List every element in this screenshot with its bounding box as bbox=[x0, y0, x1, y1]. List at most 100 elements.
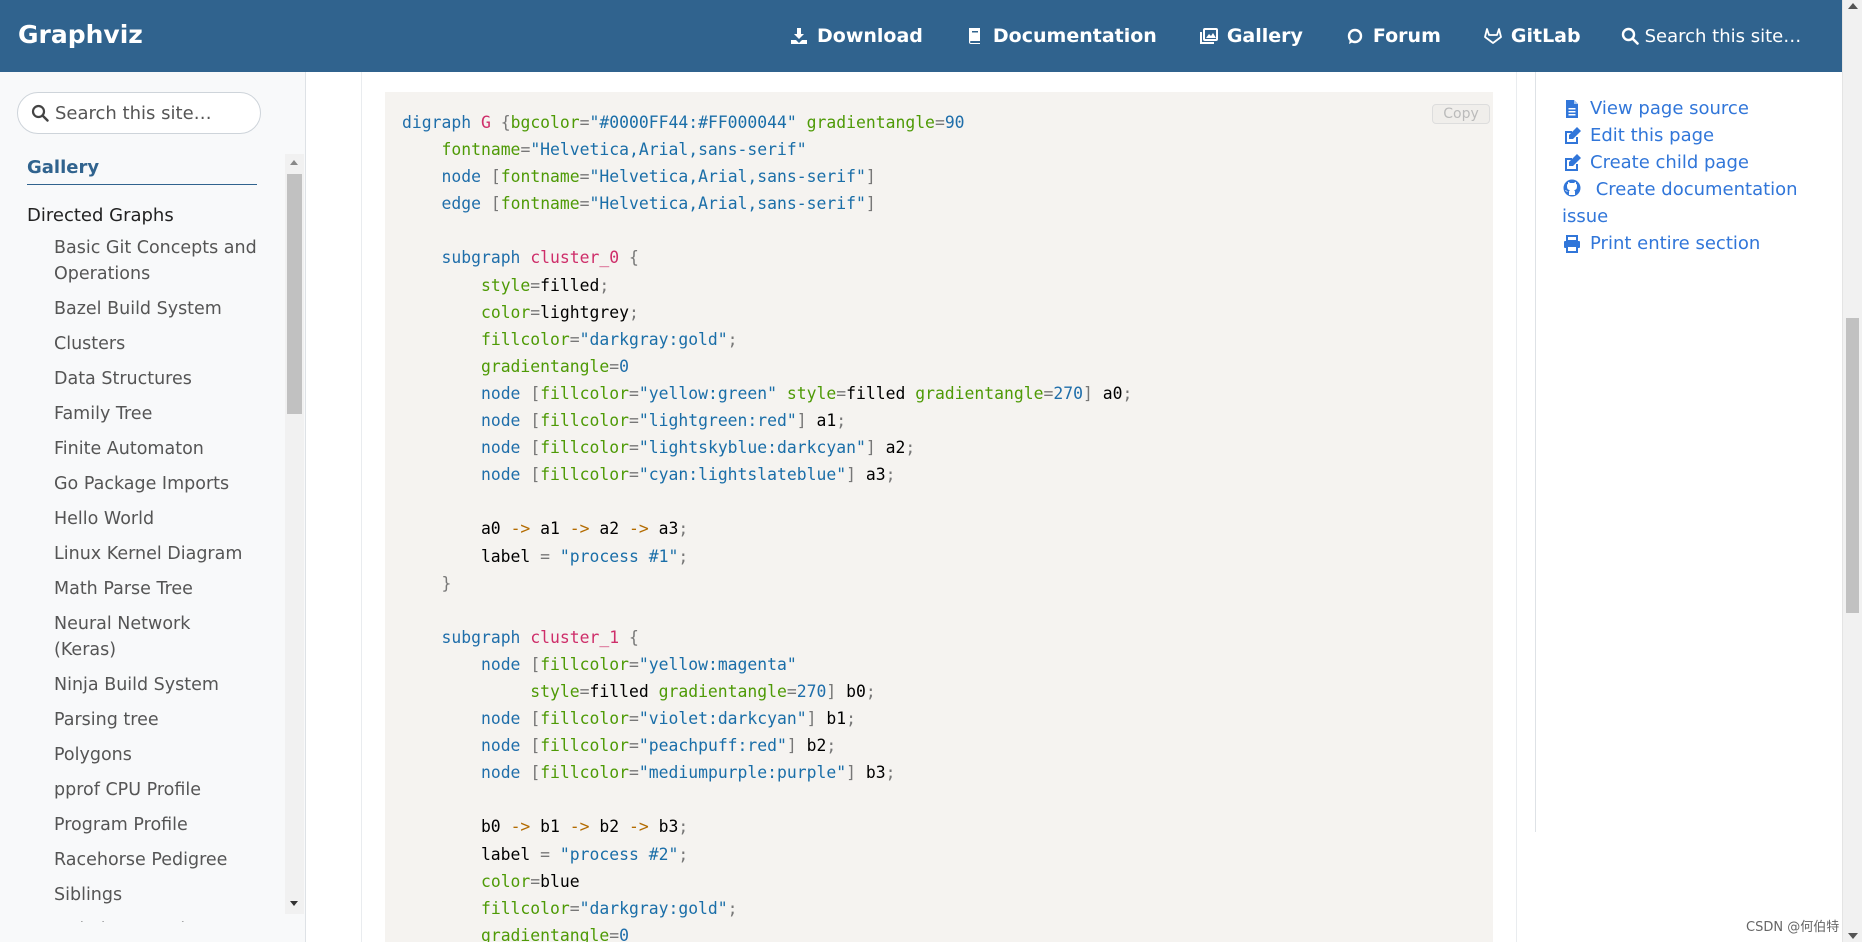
code-line: node [fontname="Helvetica,Arial,sans-ser… bbox=[441, 167, 876, 187]
code-line: color=blue bbox=[480, 871, 580, 891]
gitlab-icon bbox=[1483, 27, 1502, 45]
nav-download-label: Download bbox=[817, 25, 923, 47]
github-icon bbox=[1562, 178, 1582, 198]
sidebar-scroll-up-icon[interactable] bbox=[290, 160, 298, 165]
sidebar-search[interactable] bbox=[17, 92, 261, 134]
nav-download[interactable]: Download bbox=[790, 25, 923, 47]
book-icon bbox=[966, 27, 984, 45]
download-icon bbox=[790, 27, 808, 45]
sidebar-items: Basic Git Concepts and Operations Bazel B… bbox=[27, 235, 257, 922]
sidebar-item[interactable]: Go Package Imports bbox=[54, 471, 257, 497]
create-documentation-issue-label: Create documentation issue bbox=[1562, 179, 1798, 227]
code-line: node [fillcolor="lightgreen:red"] a1; bbox=[480, 411, 847, 431]
code-line: style=filled; bbox=[480, 275, 610, 295]
brand-logo[interactable]: Graphviz bbox=[18, 20, 143, 49]
view-page-source-link[interactable]: View page source bbox=[1562, 95, 1822, 122]
file-icon bbox=[1562, 99, 1582, 119]
print-icon bbox=[1562, 234, 1582, 254]
sidebar-item[interactable]: Hello World bbox=[54, 506, 257, 532]
code-line: subgraph cluster_1 { bbox=[441, 627, 639, 647]
code-line: node [fillcolor="lightskyblue:darkcyan"]… bbox=[480, 438, 916, 458]
nav-documentation[interactable]: Documentation bbox=[966, 25, 1157, 47]
edit-this-page-link[interactable]: Edit this page bbox=[1562, 122, 1822, 149]
nav-gallery-label: Gallery bbox=[1226, 25, 1303, 47]
code-line: node [fillcolor="violet:darkcyan"] b1; bbox=[480, 709, 856, 729]
sidebar-scrollbar-thumb[interactable] bbox=[287, 174, 302, 414]
edit-icon bbox=[1562, 153, 1582, 173]
code-line: digraph G {bgcolor="#0000FF44:#FF000044"… bbox=[402, 113, 965, 132]
sidebar-item[interactable]: Linux Kernel Diagram bbox=[54, 541, 257, 567]
main-nav: Download Documentation Gallery Forum Git… bbox=[790, 0, 1801, 72]
sidebar-item[interactable]: Siblings bbox=[54, 882, 257, 908]
sidebar-item[interactable]: Program Profile bbox=[54, 812, 257, 838]
code-content: digraph G {bgcolor="#0000FF44:#FF000044"… bbox=[402, 109, 1132, 942]
sidebar-item[interactable]: Polygons bbox=[54, 742, 257, 768]
scroll-up-arrow-icon[interactable] bbox=[1848, 3, 1858, 9]
sidebar-item[interactable]: Finite Automaton bbox=[54, 436, 257, 462]
nav-documentation-label: Documentation bbox=[992, 25, 1157, 47]
left-sidebar: Gallery Directed Graphs Basic Git Concep… bbox=[0, 72, 306, 942]
create-child-page-link[interactable]: Create child page bbox=[1562, 149, 1822, 176]
sidebar-item[interactable]: pprof CPU Profile bbox=[54, 777, 257, 803]
code-line: node [fillcolor="cyan:lightslateblue"] a… bbox=[480, 465, 896, 485]
code-line: edge [fontname="Helvetica,Arial,sans-ser… bbox=[441, 194, 876, 214]
nav-gitlab[interactable]: GitLab bbox=[1483, 25, 1581, 47]
images-icon bbox=[1199, 27, 1218, 45]
nav-gallery[interactable]: Gallery bbox=[1199, 25, 1303, 47]
sidebar-item[interactable]: Ninja Build System bbox=[54, 672, 257, 698]
nav-search[interactable]: Search this site… bbox=[1621, 25, 1802, 47]
create-child-page-label: Create child page bbox=[1590, 152, 1749, 173]
code-line: a0 -> a1 -> a2 -> a3; bbox=[402, 519, 689, 539]
sidebar-item[interactable]: Switch Network bbox=[54, 917, 257, 922]
code-line: node [fillcolor="mediumpurple:purple"] b… bbox=[480, 763, 896, 783]
sidebar-category-directed-graphs[interactable]: Directed Graphs bbox=[27, 205, 257, 226]
code-line: fillcolor="darkgray:gold"; bbox=[480, 329, 738, 349]
code-line: node [fillcolor="yellow:magenta" bbox=[480, 654, 797, 674]
nav-gitlab-label: GitLab bbox=[1510, 25, 1581, 47]
discourse-icon bbox=[1346, 27, 1364, 45]
content-divider bbox=[361, 72, 362, 942]
sidebar-item[interactable]: Clusters bbox=[54, 331, 257, 357]
code-line: fillcolor="darkgray:gold"; bbox=[480, 898, 738, 918]
sidebar-search-input[interactable] bbox=[55, 102, 255, 124]
sidebar-item[interactable]: Racehorse Pedigree bbox=[54, 847, 257, 873]
code-line: gradientangle=0 bbox=[480, 925, 629, 942]
sidebar-section-gallery[interactable]: Gallery bbox=[27, 157, 257, 185]
edit-icon bbox=[1562, 126, 1582, 146]
sidebar-item[interactable]: Basic Git Concepts and Operations bbox=[54, 235, 257, 287]
page-scrollbar-thumb[interactable] bbox=[1846, 318, 1859, 613]
print-entire-section-label: Print entire section bbox=[1590, 233, 1761, 254]
nav-forum[interactable]: Forum bbox=[1346, 25, 1441, 47]
sidebar-scroll-down-icon[interactable] bbox=[290, 901, 298, 906]
code-line: color=lightgrey; bbox=[480, 302, 639, 322]
print-entire-section-link[interactable]: Print entire section bbox=[1562, 230, 1822, 257]
scroll-down-arrow-icon[interactable] bbox=[1848, 933, 1858, 939]
sidebar-scrollbar[interactable] bbox=[285, 154, 304, 914]
sidebar-nav-list: Gallery Directed Graphs Basic Git Concep… bbox=[27, 157, 257, 922]
sidebar-item[interactable]: Parsing tree bbox=[54, 707, 257, 733]
top-navbar: Graphviz Download Documentation Gallery … bbox=[0, 0, 1842, 72]
content-divider bbox=[1516, 72, 1517, 942]
sidebar-item[interactable]: Math Parse Tree bbox=[54, 576, 257, 602]
copy-button[interactable]: Copy bbox=[1432, 104, 1490, 124]
sidebar-item[interactable]: Neural Network (Keras) bbox=[54, 611, 257, 663]
sidebar-item[interactable]: Bazel Build System bbox=[54, 296, 257, 322]
code-line: label = "process #1"; bbox=[402, 546, 689, 566]
page-meta-links: View page source Edit this page Create c… bbox=[1562, 95, 1822, 257]
view-page-source-label: View page source bbox=[1590, 98, 1749, 119]
search-icon bbox=[31, 104, 49, 122]
code-line: fontname="Helvetica,Arial,sans-serif" bbox=[441, 140, 807, 160]
code-line: gradientangle=0 bbox=[480, 356, 629, 376]
page-scrollbar[interactable] bbox=[1842, 0, 1862, 942]
nav-search-placeholder: Search this site… bbox=[1644, 25, 1802, 47]
code-line: } bbox=[441, 573, 452, 593]
sidebar-item[interactable]: Family Tree bbox=[54, 401, 257, 427]
sidebar-item[interactable]: Data Structures bbox=[54, 366, 257, 392]
code-line: node [fillcolor="peachpuff:red"] b2; bbox=[480, 736, 837, 756]
create-documentation-issue-link[interactable]: Create documentation issue bbox=[1562, 176, 1822, 230]
code-line: b0 -> b1 -> b2 -> b3; bbox=[402, 817, 689, 837]
code-line: node [fillcolor="yellow:green" style=fil… bbox=[480, 383, 1133, 403]
